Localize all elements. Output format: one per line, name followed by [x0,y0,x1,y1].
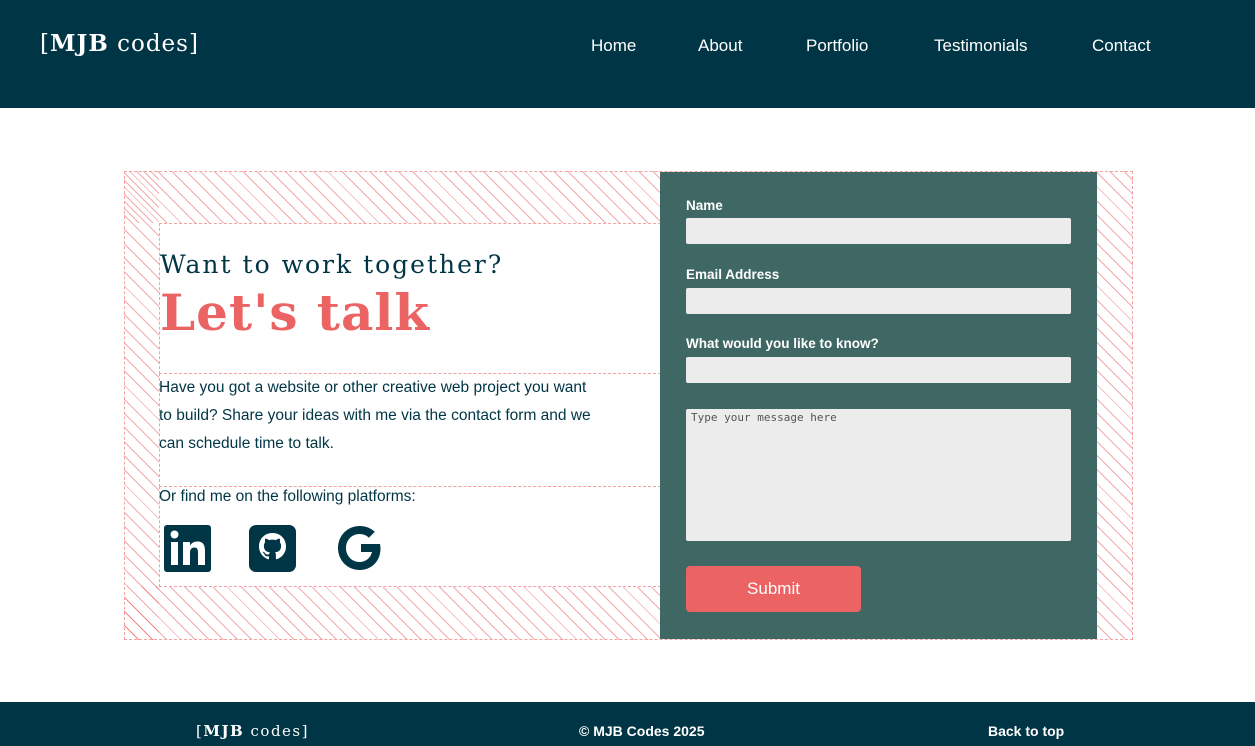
email-label: Email Address [686,267,780,282]
name-input[interactable] [686,218,1071,244]
contact-subheading: Want to work together? [160,250,504,279]
footer-logo[interactable]: [MJB codes] [196,722,309,740]
platforms-label: Or find me on the following platforms: [159,488,416,505]
name-label: Name [686,198,723,213]
main-nav: Home About Portfolio Testimonials Contac… [0,36,1255,56]
contact-heading: Let's talk [160,283,431,342]
contact-intro-text: Have you got a website or other creative… [159,379,591,452]
copyright-text: © MJB Codes 2025 [579,723,705,739]
nav-portfolio-link[interactable]: Portfolio [806,36,868,56]
submit-button[interactable]: Submit [686,566,861,612]
nav-home-link[interactable]: Home [591,36,636,56]
nav-testimonials-link[interactable]: Testimonials [934,36,1028,56]
nav-about-link[interactable]: About [698,36,742,56]
site-header: [MJB codes] Home About Portfolio Testimo… [0,0,1255,108]
linkedin-icon[interactable] [164,522,212,574]
site-footer: [MJB codes] © MJB Codes 2025 Back to top [0,702,1255,746]
footer-logo-bold-text: MJB [203,722,245,740]
topic-input[interactable] [686,357,1071,383]
topic-label: What would you like to know? [686,336,879,351]
google-icon[interactable] [334,522,386,574]
github-icon[interactable] [249,522,297,574]
email-input[interactable] [686,288,1071,314]
message-textarea[interactable]: Type your message here [686,409,1071,541]
back-to-top-link[interactable]: Back to top [988,723,1064,739]
nav-contact-link[interactable]: Contact [1092,36,1151,56]
